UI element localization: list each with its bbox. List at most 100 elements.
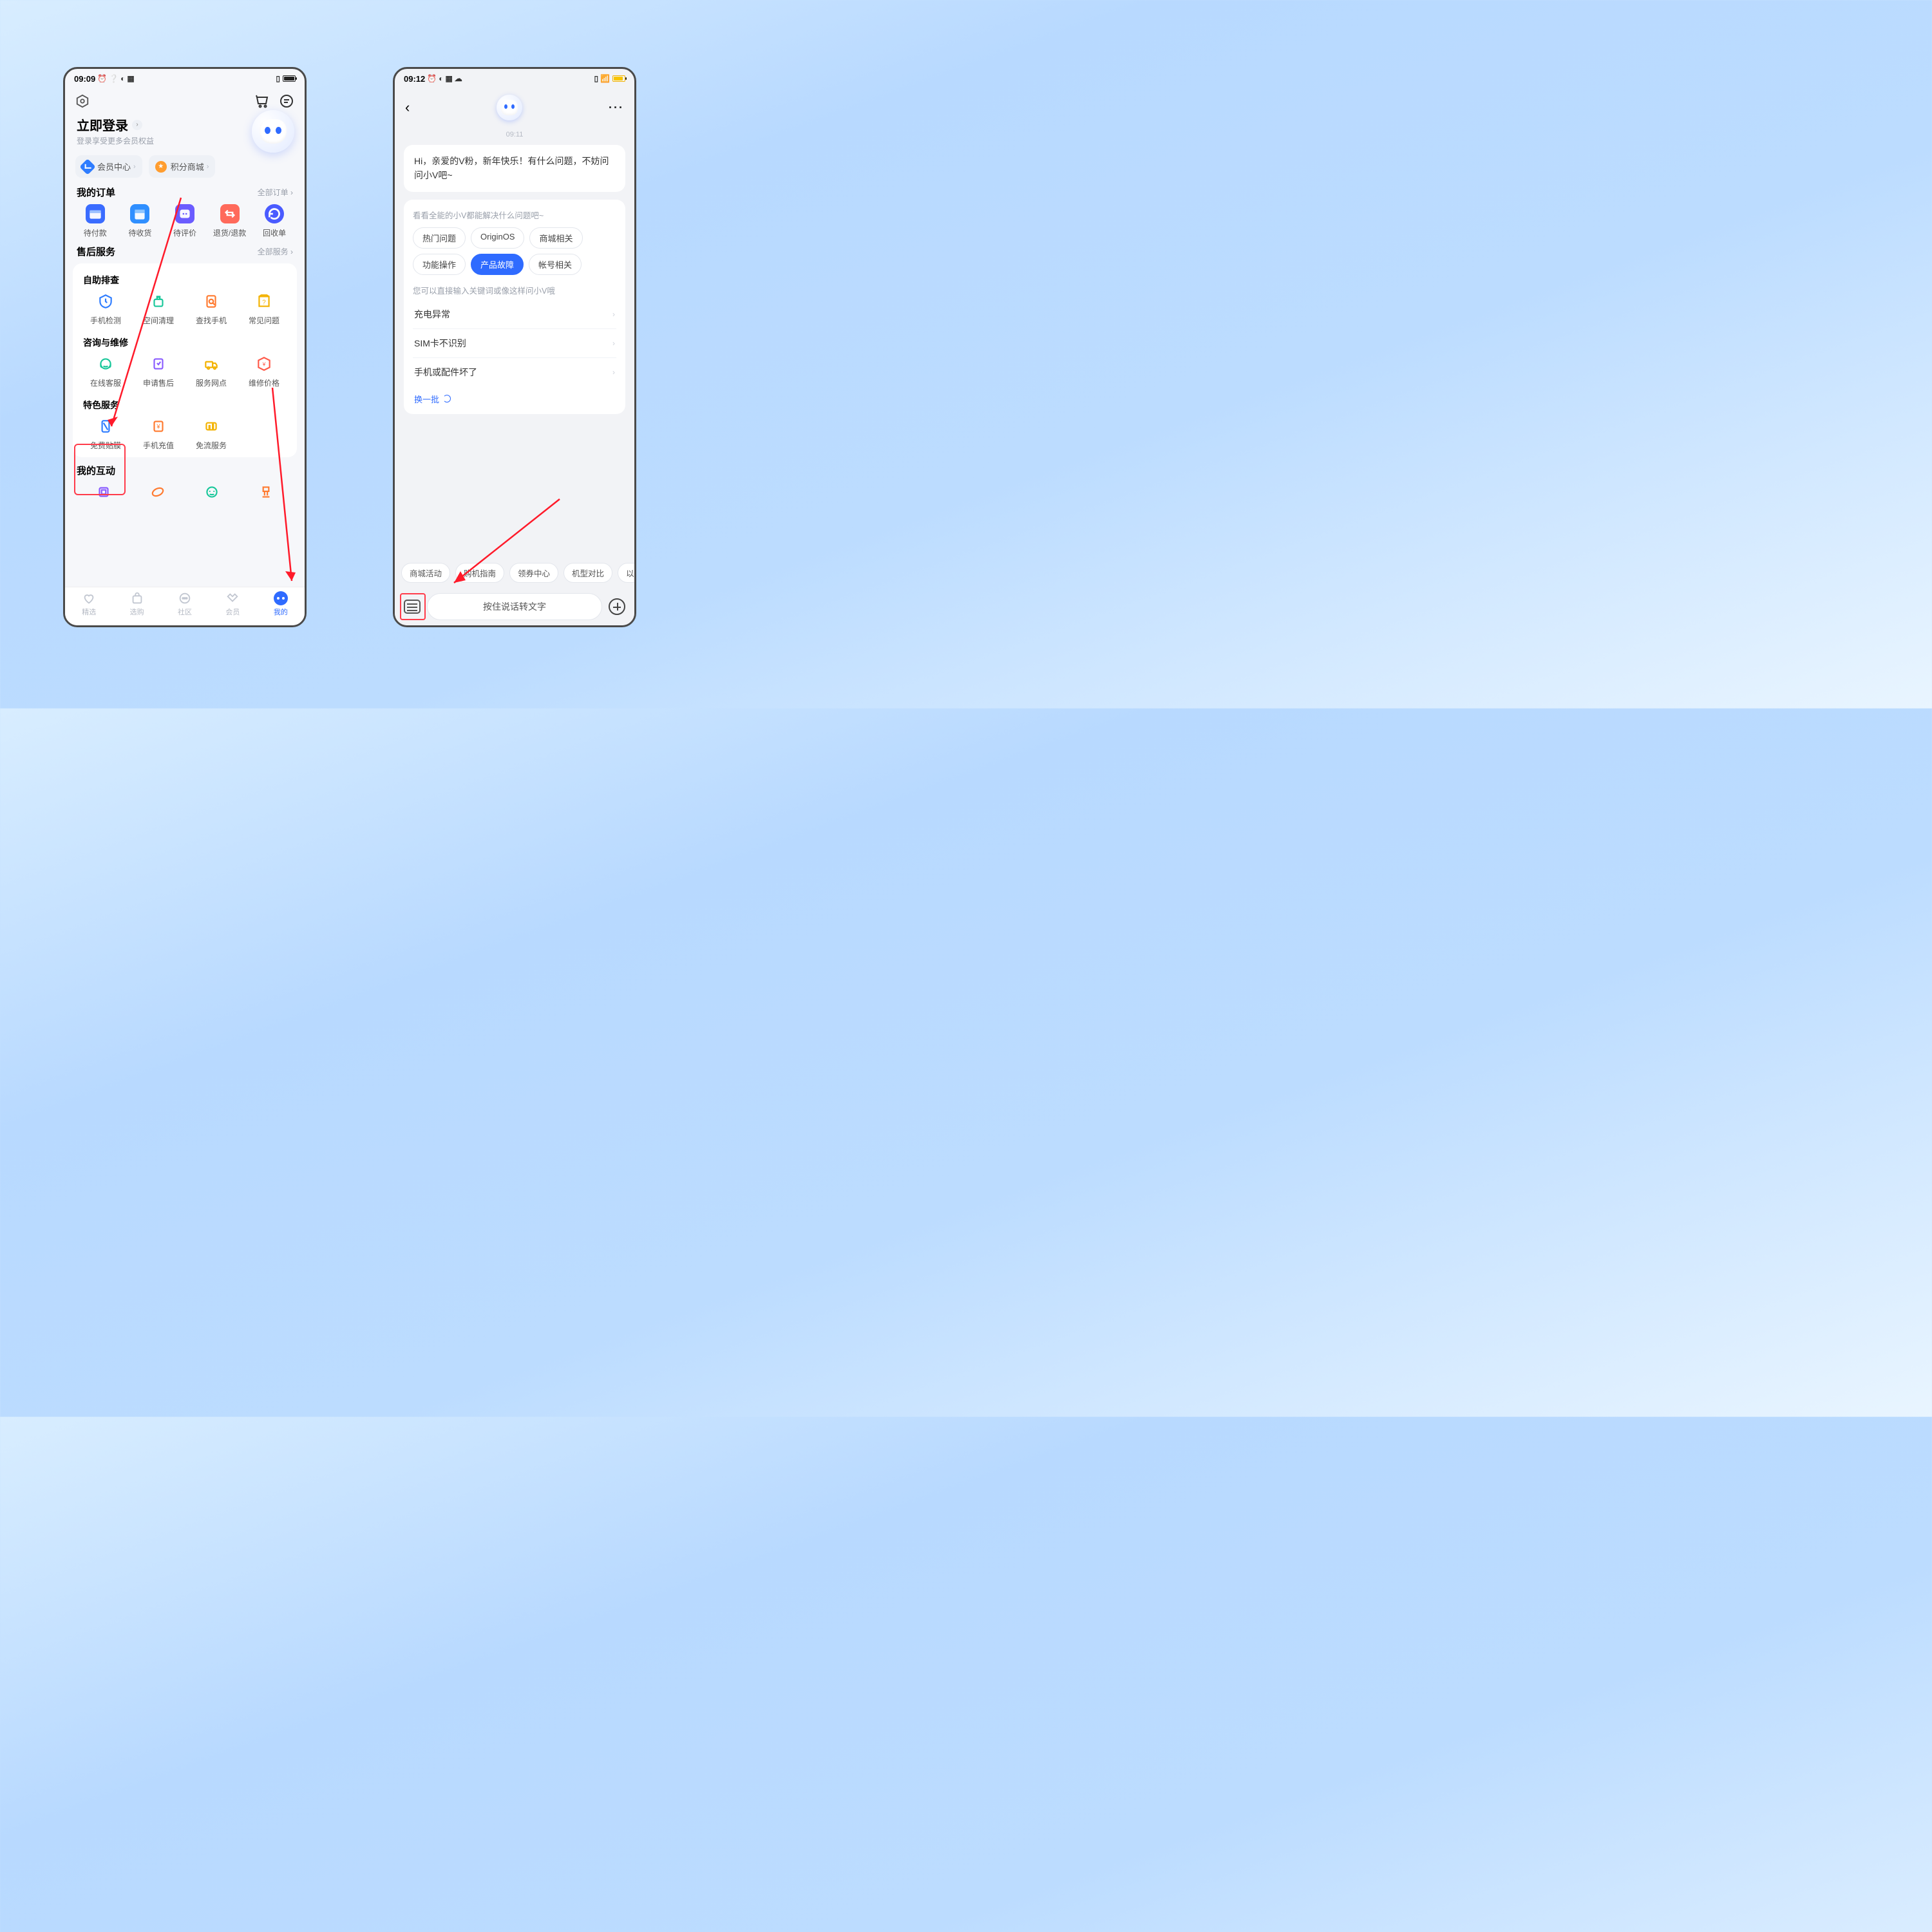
chevron-right-icon: › [132, 120, 142, 130]
svg-text:?: ? [262, 299, 266, 306]
swap-batch[interactable]: 换一批 [413, 386, 616, 408]
suggestion-chip[interactable]: 商城活动 [401, 563, 450, 583]
suggestion-chip[interactable]: 购机指南 [455, 563, 504, 583]
orders-title: 我的订单 [77, 185, 115, 199]
input-bar: 按住说话转文字 [395, 588, 634, 625]
svc-group2-title: 咨询与维修 [79, 334, 290, 354]
order-pending-receive[interactable]: 待收货 [118, 204, 163, 238]
vib-icon: ▦ [445, 74, 452, 83]
bulb-icon: ❔ [109, 74, 118, 83]
svc-phone-check[interactable]: 手机检测 [79, 292, 132, 326]
service-title: 售后服务 [77, 245, 115, 258]
status-time: 09:09 [74, 74, 95, 84]
pill-label: 积分商城 [171, 160, 204, 173]
suggestion-chip[interactable]: 领券中心 [509, 563, 558, 583]
bot-avatar [497, 95, 522, 120]
pill-label: 会员中心 [97, 160, 131, 173]
interact-title: 我的互动 [77, 464, 115, 477]
star-icon [155, 161, 167, 173]
topic-chip[interactable]: 产品故障 [471, 254, 524, 275]
topic-chip[interactable]: 帐号相关 [529, 254, 582, 275]
svc-free-film[interactable]: 免费贴膜 [79, 417, 132, 451]
bottom-suggestion-row: 商城活动购机指南领券中心机型对比以 [395, 558, 634, 588]
top-toolbar [65, 88, 305, 111]
login-title: 立即登录 [77, 115, 128, 134]
sim-icon: ▯ [276, 74, 280, 83]
alarm-icon: ⏰ [427, 74, 437, 83]
dnd-icon: ◐ [439, 74, 443, 83]
points-mall-pill[interactable]: 积分商城 › [149, 155, 216, 178]
battery-icon [283, 75, 296, 82]
topic-card: 看看全能的小V都能解决什么问题吧~ 热门问题OriginOS商城相关功能操作产品… [404, 200, 625, 414]
phone-right: 09:12 ⏰ ◐ ▦ ☁ ▯ 📶 ‹ ··· 09:11 Hi，亲爱的V粉，新… [393, 67, 636, 627]
plus-icon[interactable] [609, 598, 625, 615]
chevron-right-icon: › [207, 163, 209, 171]
chat-timestamp: 09:11 [395, 127, 634, 145]
diamond-icon [79, 158, 95, 175]
topic-chip[interactable]: OriginOS [471, 227, 524, 249]
svc-apply-after[interactable]: 申请售后 [132, 354, 185, 388]
nav-featured[interactable]: 精选 [65, 587, 113, 625]
svc-group1-title: 自助排查 [79, 271, 290, 292]
order-pending-review[interactable]: 待评价 [162, 204, 207, 238]
topic-hint2: 您可以直接输入关键词或像这样问小V哦 [413, 284, 616, 296]
svc-repair-price[interactable]: ¥维修价格 [238, 354, 290, 388]
battery-icon [612, 75, 625, 82]
greeting-bubble: Hi，亲爱的V粉，新年快乐！有什么问题，不妨问问小V吧~ [404, 145, 625, 192]
cart-icon[interactable] [254, 93, 270, 109]
more-dots-icon[interactable]: ··· [609, 101, 624, 115]
svc-recharge[interactable]: ¥手机充值 [132, 417, 185, 451]
status-time: 09:12 [404, 74, 425, 84]
nav-member[interactable]: 会员 [209, 587, 256, 625]
phone-left: 09:09 ⏰ ❔ ◐ ▦ ▯ 立即登录 › 登录享受更多会员权益 会员中心 › [63, 67, 307, 627]
hold-to-talk[interactable]: 按住说话转文字 [427, 593, 602, 620]
avatar-robot[interactable] [252, 110, 294, 153]
question-row[interactable]: 手机或配件坏了› [413, 357, 616, 386]
topic-chip[interactable]: 热门问题 [413, 227, 466, 249]
topic-chip[interactable]: 功能操作 [413, 254, 466, 275]
nav-mine[interactable]: 我的 [257, 587, 305, 625]
nav-shop[interactable]: 选购 [113, 587, 160, 625]
chat-header: ‹ ··· [395, 88, 634, 127]
message-icon[interactable] [279, 93, 294, 109]
suggestion-chip[interactable]: 以 [618, 563, 634, 583]
svc-group3-title: 特色服务 [79, 396, 290, 417]
status-bar: 09:12 ⏰ ◐ ▦ ☁ ▯ 📶 [395, 69, 634, 88]
member-center-pill[interactable]: 会员中心 › [75, 155, 142, 178]
settings-hex-icon[interactable] [75, 94, 90, 108]
service-more[interactable]: 全部服务 › [258, 246, 293, 257]
alarm-icon: ⏰ [97, 74, 107, 83]
svc-free-data[interactable]: 免流服务 [185, 417, 238, 451]
back-button[interactable]: ‹ [405, 99, 410, 116]
svc-service-point[interactable]: 服务网点 [185, 354, 238, 388]
interact-1[interactable] [77, 482, 131, 506]
topic-hint: 看看全能的小V都能解决什么问题吧~ [413, 209, 616, 221]
svg-text:¥: ¥ [156, 423, 160, 430]
question-row[interactable]: 充电异常› [413, 300, 616, 328]
svc-online-support[interactable]: 在线客服 [79, 354, 132, 388]
bottom-nav: 精选 选购 社区 会员 我的 [65, 587, 305, 625]
svc-clean[interactable]: 空间清理 [132, 292, 185, 326]
interact-2[interactable] [131, 482, 185, 506]
status-bar: 09:09 ⏰ ❔ ◐ ▦ ▯ [65, 69, 305, 88]
order-recycle[interactable]: 回收单 [252, 204, 297, 238]
question-row[interactable]: SIM卡不识别› [413, 328, 616, 357]
interact-4[interactable] [239, 482, 293, 506]
orders-grid: 待付款 待收货 待评价 退货/退款 回收单 [73, 204, 297, 238]
order-pending-pay[interactable]: 待付款 [73, 204, 118, 238]
vib-icon: ▦ [127, 74, 134, 83]
topic-chip[interactable]: 商城相关 [529, 227, 582, 249]
refresh-icon [443, 395, 451, 402]
nav-community[interactable]: 社区 [161, 587, 209, 625]
suggestion-chip[interactable]: 机型对比 [564, 563, 612, 583]
chevron-right-icon: › [133, 163, 136, 171]
keyboard-icon[interactable] [404, 600, 421, 614]
svc-faq[interactable]: ?常见问题 [238, 292, 290, 326]
sim-icon: ▯ [594, 74, 598, 83]
wifi-icon: 📶 [600, 74, 610, 83]
order-refund[interactable]: 退货/退款 [207, 204, 252, 238]
svc-find-phone[interactable]: 查找手机 [185, 292, 238, 326]
interact-3[interactable] [185, 482, 239, 506]
svg-text:¥: ¥ [262, 361, 266, 367]
orders-more[interactable]: 全部订单 › [258, 187, 293, 198]
